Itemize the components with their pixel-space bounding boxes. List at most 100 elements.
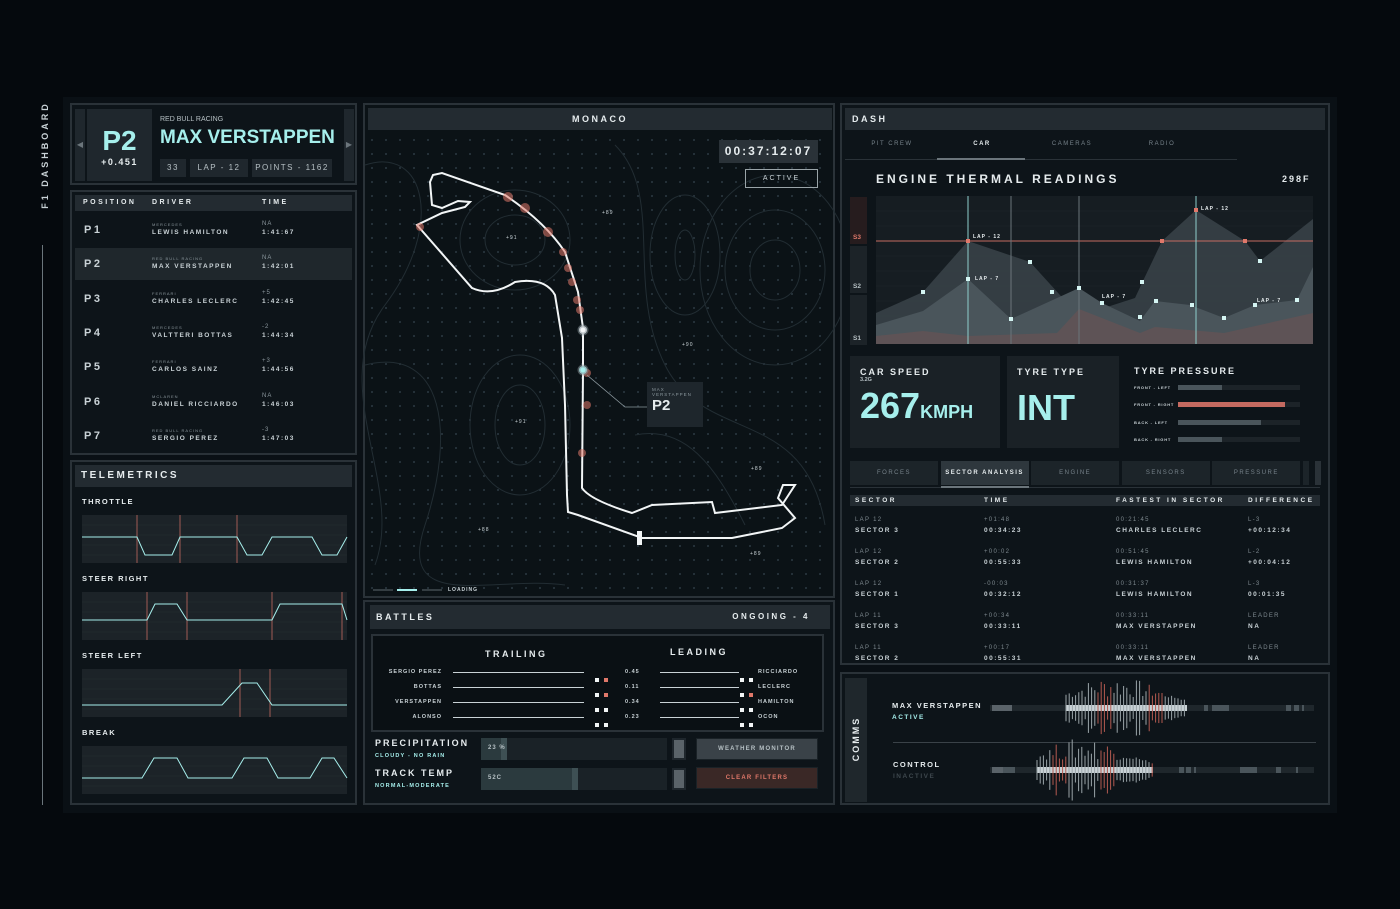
car-marker-icon[interactable] (577, 364, 589, 376)
tyre-type-label: TYRE TYPE (1017, 367, 1086, 377)
sector-time: 00:55:33 (984, 559, 1023, 566)
battle-row[interactable]: VERSTAPPEN 0.34 HAMILTON (373, 699, 822, 712)
standings-row[interactable]: P4 MERCEDES VALTTERI BOTTAS -2 1:44:34 (75, 317, 352, 349)
tyre-pressure-track (1178, 419, 1300, 425)
track-temp-bar: 52C (481, 768, 667, 790)
chart-annotation: LAP - 7 (1257, 298, 1281, 304)
tyre-pressure-fill (1178, 436, 1222, 442)
sector-diff-top: L-3 (1248, 581, 1261, 587)
sector-fast-time: 00:33:11 (1116, 613, 1150, 619)
leading-driver: RICCIARDO (758, 669, 799, 675)
telemetry-label: BREAK (82, 728, 117, 737)
sub-tab-engine[interactable]: ENGINE (1031, 461, 1120, 485)
track-temp-value: 52C (488, 775, 503, 781)
leading-driver: HAMILTON (758, 699, 795, 705)
trailing-driver: BOTTAS (413, 684, 442, 690)
standings-row[interactable]: P6 MCLAREN DANIEL RICCIARDO NA 1:46:03 (75, 386, 352, 418)
sector-s3-label: S3 (853, 234, 861, 241)
tyre-pressure-label: TYRE PRESSURE (1134, 366, 1237, 376)
dash-tab-radio[interactable]: RADIO (1117, 141, 1207, 147)
channel-name: MAX VERSTAPPEN (892, 701, 983, 710)
comms-waveforms[interactable] (990, 680, 1315, 801)
waveform-segment (1003, 767, 1015, 773)
row-driver: MAX VERSTAPPEN (152, 263, 233, 271)
dash-tab-pit-crew[interactable]: PIT CREW (847, 141, 937, 147)
standings-row[interactable]: P5 FERRARI CARLOS SAINZ +3 1:44:56 (75, 351, 352, 383)
track-temp-toggle[interactable] (672, 768, 686, 790)
sector-s2-label: S2 (853, 283, 861, 290)
sector-s1: S1 (850, 295, 867, 345)
row-position: P5 (84, 361, 103, 374)
row-team: FERRARI (152, 359, 177, 365)
leading-line (660, 702, 739, 703)
precipitation-value: 23 % (488, 745, 506, 751)
waveform-segment (1294, 705, 1299, 711)
leading-line (660, 717, 739, 718)
standings-row[interactable]: P3 FERRARI CHARLES LECLERC +5 1:42:45 (75, 283, 352, 315)
standings-row[interactable]: P2 RED BULL RACING MAX VERSTAPPEN NA 1:4… (75, 248, 352, 281)
leading-indicators (735, 714, 753, 732)
dash-tab-cameras[interactable]: CAMERAS (1027, 141, 1117, 147)
sector-fast-driver: LEWIS HAMILTON (1116, 591, 1194, 598)
sector-time: 00:34:23 (984, 527, 1023, 534)
sub-tab-pressure[interactable]: PRESSURE (1212, 461, 1301, 485)
leading-driver: OCON (758, 714, 779, 720)
sector-lap: LAP 12 (855, 549, 883, 555)
tyre-pressure-label: FRONT - RIGHT (1134, 402, 1175, 408)
row-time: 1:42:45 (262, 297, 295, 305)
sector-diff: +00:04:12 (1248, 559, 1292, 566)
channel-status: ACTIVE (892, 714, 925, 721)
points-badge: POINTS - 1162 (252, 159, 332, 177)
telemetry-graph (82, 669, 347, 717)
precipitation-bar: 23 % (481, 738, 667, 760)
sector-lap: LAP 11 (855, 613, 882, 619)
tabs-underline (845, 159, 1237, 160)
telemetry-graph (82, 592, 348, 640)
loading-label: LOADING (448, 587, 479, 593)
sub-tab-sector-analysis[interactable]: SECTOR ANALYSIS (940, 461, 1029, 485)
elevation-label: +91 (515, 419, 527, 425)
sector-fast-time: 00:51:45 (1116, 549, 1150, 555)
elevation-label: +90 (682, 342, 694, 348)
sub-tab-scroll[interactable] (1303, 461, 1321, 485)
battle-gap: 0.45 (625, 669, 640, 675)
car-speed-card: CAR SPEED 3.2G 267KMPH (850, 356, 1000, 448)
map-status-button[interactable]: ACTIVE (745, 169, 818, 188)
elevation-label: +89 (750, 551, 762, 557)
battle-row[interactable]: BOTTAS 0.11 LECLERC (373, 684, 822, 697)
app-title: F1 DASHBOARD (40, 101, 50, 209)
col-difference: DIFFERENCE (1248, 497, 1315, 504)
row-driver: LEWIS HAMILTON (152, 229, 230, 236)
sector-diff: 00:01:35 (1248, 591, 1287, 598)
next-driver-button[interactable]: ▶ (344, 109, 354, 181)
row-position: P7 (84, 429, 103, 442)
sub-tab-forces[interactable]: FORCES (850, 461, 938, 485)
row-position: P2 (84, 258, 103, 271)
waveform-segment (1212, 705, 1229, 711)
elevation-label: +89 (751, 466, 763, 472)
elevation-label: +91 (506, 235, 518, 241)
sub-tab-sensors[interactable]: SENSORS (1121, 461, 1210, 485)
tyre-type-value: INT (1017, 387, 1075, 428)
precipitation-toggle[interactable] (672, 738, 686, 760)
weather-monitor-button[interactable]: WEATHER MONITOR (696, 738, 818, 760)
waveform-segment (1276, 767, 1281, 773)
battle-row[interactable]: SERGIO PEREZ 0.45 RICCIARDO (373, 669, 822, 682)
standings-row[interactable]: P7 RED BULL RACING SERGIO PEREZ -3 1:47:… (75, 420, 352, 452)
row-team: MCLAREN (152, 393, 179, 399)
sector-diff-top: L-2 (1248, 549, 1261, 555)
prev-driver-button[interactable]: ◀ (75, 109, 85, 181)
clear-filters-button[interactable]: CLEAR FILTERS (696, 767, 818, 789)
trailing-driver: ALONSO (412, 714, 442, 720)
chart-annotation: LAP - 7 (1102, 294, 1126, 300)
driver-map-label[interactable]: MAX VERSTAPPEN P2 (647, 382, 703, 427)
waveform-segment (1240, 767, 1257, 773)
sector-s2: S2 (850, 246, 867, 293)
thermal-chart[interactable]: LAP - 12 LAP - 7 LAP - 12 LAP - 7 LAP - … (876, 196, 1313, 344)
battle-row[interactable]: ALONSO 0.23 OCON (373, 714, 822, 727)
standings-row[interactable]: P1 MERCEDES LEWIS HAMILTON NA 1:41:67 (75, 214, 352, 246)
car-marker-icon[interactable] (577, 324, 589, 336)
waveform-segment (1302, 705, 1304, 711)
comms-tab[interactable]: COMMS (845, 678, 867, 802)
dash-tab-car[interactable]: CAR (937, 141, 1027, 147)
